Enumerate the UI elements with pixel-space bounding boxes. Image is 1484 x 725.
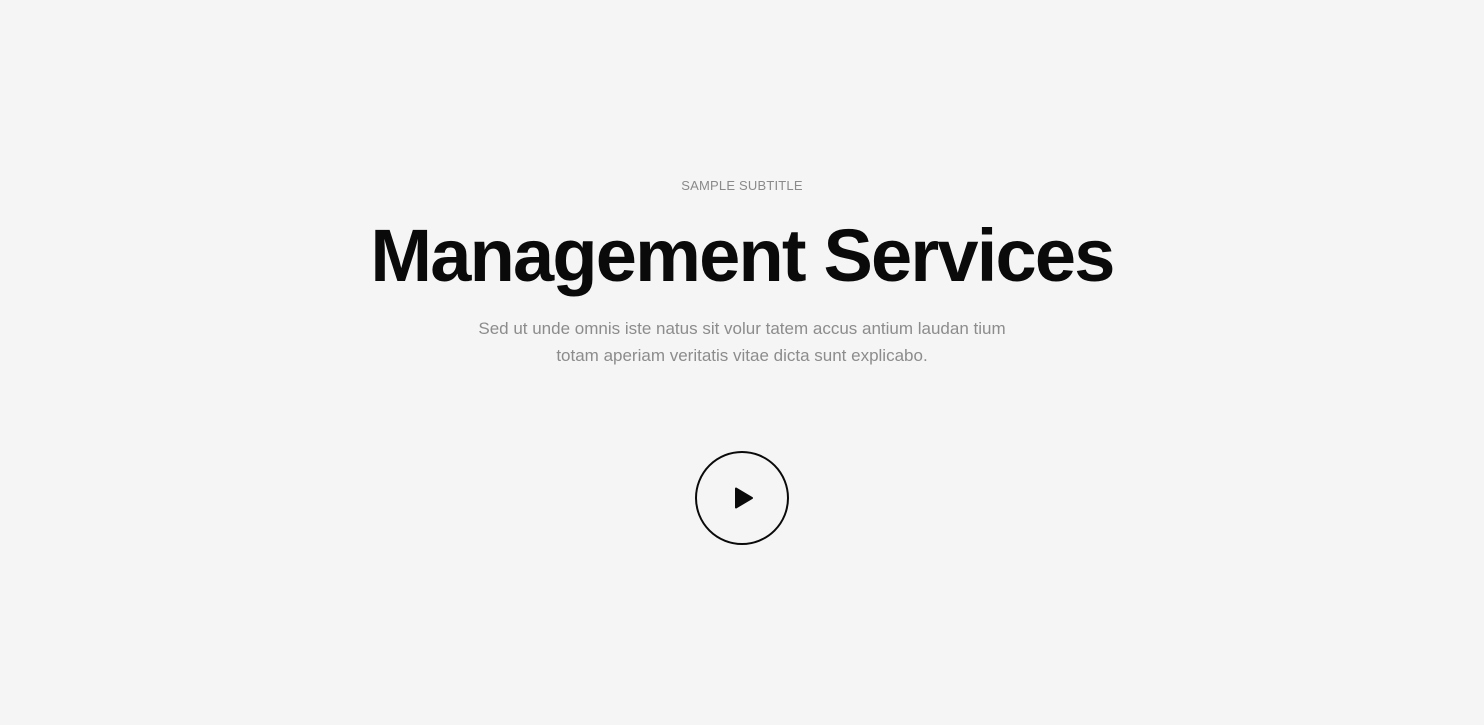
hero-subtitle: SAMPLE SUBTITLE [681, 178, 803, 193]
hero-section: SAMPLE SUBTITLE Management Services Sed … [0, 0, 1484, 725]
hero-description-line-2: totam aperiam veritatis vitae dicta sunt… [556, 346, 928, 365]
play-icon [735, 487, 753, 509]
play-video-button[interactable] [695, 451, 789, 545]
hero-description: Sed ut unde omnis iste natus sit volur t… [442, 315, 1042, 369]
hero-description-line-1: Sed ut unde omnis iste natus sit volur t… [478, 319, 1006, 338]
page-title: Management Services [370, 214, 1115, 297]
